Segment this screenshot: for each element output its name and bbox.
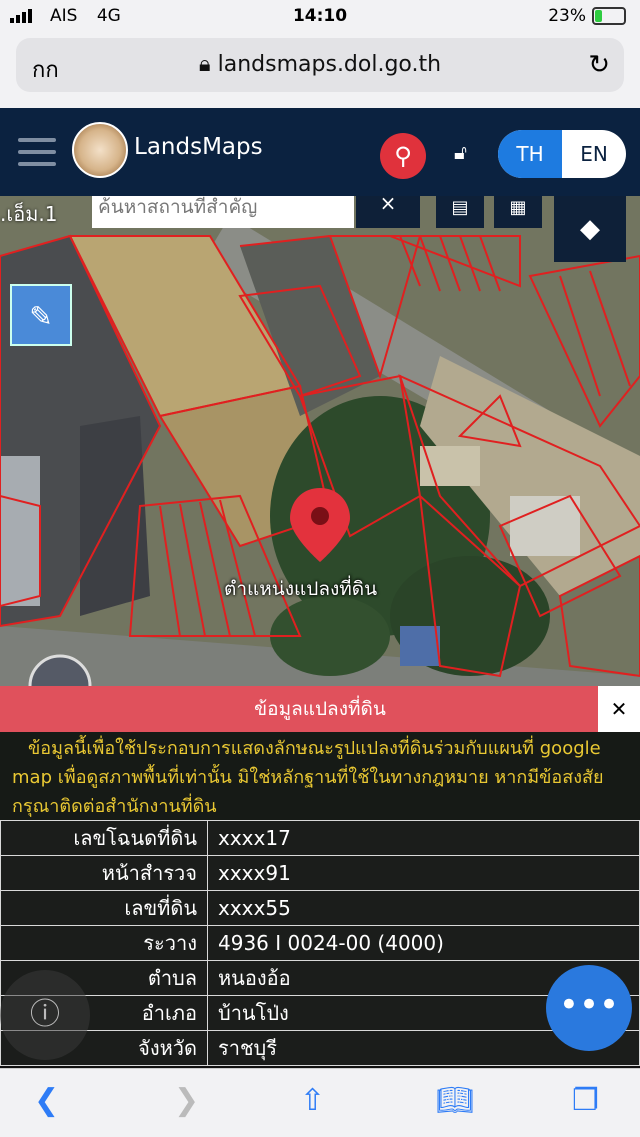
- layers-icon[interactable]: ◆: [554, 196, 626, 262]
- map-place-label: .เอ็ม.1: [0, 202, 58, 226]
- status-bar: AIS 4G 14:10 23%: [0, 0, 640, 34]
- table-row: ระวาง 4936 I 0024-00 (4000): [0, 925, 640, 961]
- url-label: landsmaps.dol.go.th: [217, 52, 442, 77]
- parcel-info-title: ข้อมูลแปลงที่ดิน: [0, 686, 640, 732]
- measure-tool-icon[interactable]: ✎: [10, 284, 72, 346]
- row-label: เลขที่ดิน: [0, 890, 208, 926]
- table-row: อำเภอ บ้านโป่ง: [0, 995, 640, 1031]
- bookmarks-icon[interactable]: 📖︎: [436, 1083, 474, 1118]
- table-row: ตำบล หนองอ้อ: [0, 960, 640, 996]
- row-label: ระวาง: [0, 925, 208, 961]
- table-row: หน้าสำรวจ xxxx91: [0, 855, 640, 891]
- row-label: เลขโฉนดที่ดิน: [0, 820, 208, 856]
- browser-toolbar: ❮ ❯ ⇧ 📖︎ ❐: [0, 1068, 640, 1137]
- login-lock-icon[interactable]: 🔓︎: [454, 140, 467, 164]
- info-icon[interactable]: ⓘ: [0, 970, 90, 1060]
- map-search-clear-button[interactable]: ×: [356, 193, 420, 228]
- address-bar[interactable]: กก 🔒︎ landsmaps.dol.go.th ↻: [16, 38, 624, 92]
- share-icon[interactable]: ⇧: [300, 1083, 325, 1118]
- more-options-button[interactable]: •••: [546, 965, 632, 1051]
- pin-label: ตำแหน่งแปลงที่ดิน: [224, 578, 378, 600]
- row-label: หน้าสำรวจ: [0, 855, 208, 891]
- table-row: เลขที่ดิน xxxx55: [0, 890, 640, 926]
- reload-icon[interactable]: ↻: [588, 50, 610, 80]
- grid-icon[interactable]: ▦: [494, 196, 542, 228]
- battery-percent: 23%: [548, 6, 586, 26]
- legal-notice-text: ข้อมูลนี้เพื่อใช้ประกอบการแสดงลักษณะรูปแ…: [12, 738, 604, 817]
- battery-icon: [592, 7, 626, 25]
- parcel-info-table: เลขโฉนดที่ดิน xxxx17 หน้าสำรวจ xxxx91 เล…: [0, 820, 640, 1066]
- lang-th-button[interactable]: TH: [498, 130, 562, 178]
- search-icon: ⚲: [394, 142, 412, 170]
- building-icon[interactable]: ▤: [436, 196, 484, 228]
- department-logo: [72, 122, 128, 178]
- row-value: xxxx55: [207, 890, 640, 926]
- row-value: xxxx17: [207, 820, 640, 856]
- map-view[interactable]: .เอ็ม.1 ตำแหน่งแปลงที่ดิน: [0, 196, 640, 686]
- row-value: 4936 I 0024-00 (4000): [207, 925, 640, 961]
- map-search-input[interactable]: ค้นหาสถานที่สำคัญ: [92, 196, 354, 228]
- row-value: xxxx91: [207, 855, 640, 891]
- lang-en-button[interactable]: EN: [562, 130, 626, 178]
- tabs-icon[interactable]: ❐: [572, 1083, 599, 1118]
- more-icon: •••: [558, 985, 620, 1025]
- close-panel-button[interactable]: ✕: [598, 686, 640, 732]
- forward-icon[interactable]: ❯: [174, 1083, 199, 1118]
- lock-icon: 🔒︎: [198, 52, 211, 77]
- menu-icon[interactable]: [18, 138, 56, 174]
- satellite-map: [0, 196, 640, 686]
- back-icon[interactable]: ❮: [34, 1083, 59, 1118]
- battery-status: 23%: [548, 6, 626, 26]
- table-row: เลขโฉนดที่ดิน xxxx17: [0, 820, 640, 856]
- browser-url-area: กก 🔒︎ landsmaps.dol.go.th ↻: [0, 34, 640, 108]
- brand-name: LandsMaps: [134, 134, 263, 160]
- language-toggle[interactable]: TH EN: [498, 130, 626, 178]
- table-row: จังหวัด ราชบุรี: [0, 1030, 640, 1066]
- search-button[interactable]: ⚲: [380, 133, 426, 179]
- clock: 14:10: [292, 6, 348, 26]
- legal-notice: ข้อมูลนี้เพื่อใช้ประกอบการแสดงลักษณะรูปแ…: [0, 732, 640, 820]
- url-text[interactable]: 🔒︎ landsmaps.dol.go.th: [16, 52, 624, 77]
